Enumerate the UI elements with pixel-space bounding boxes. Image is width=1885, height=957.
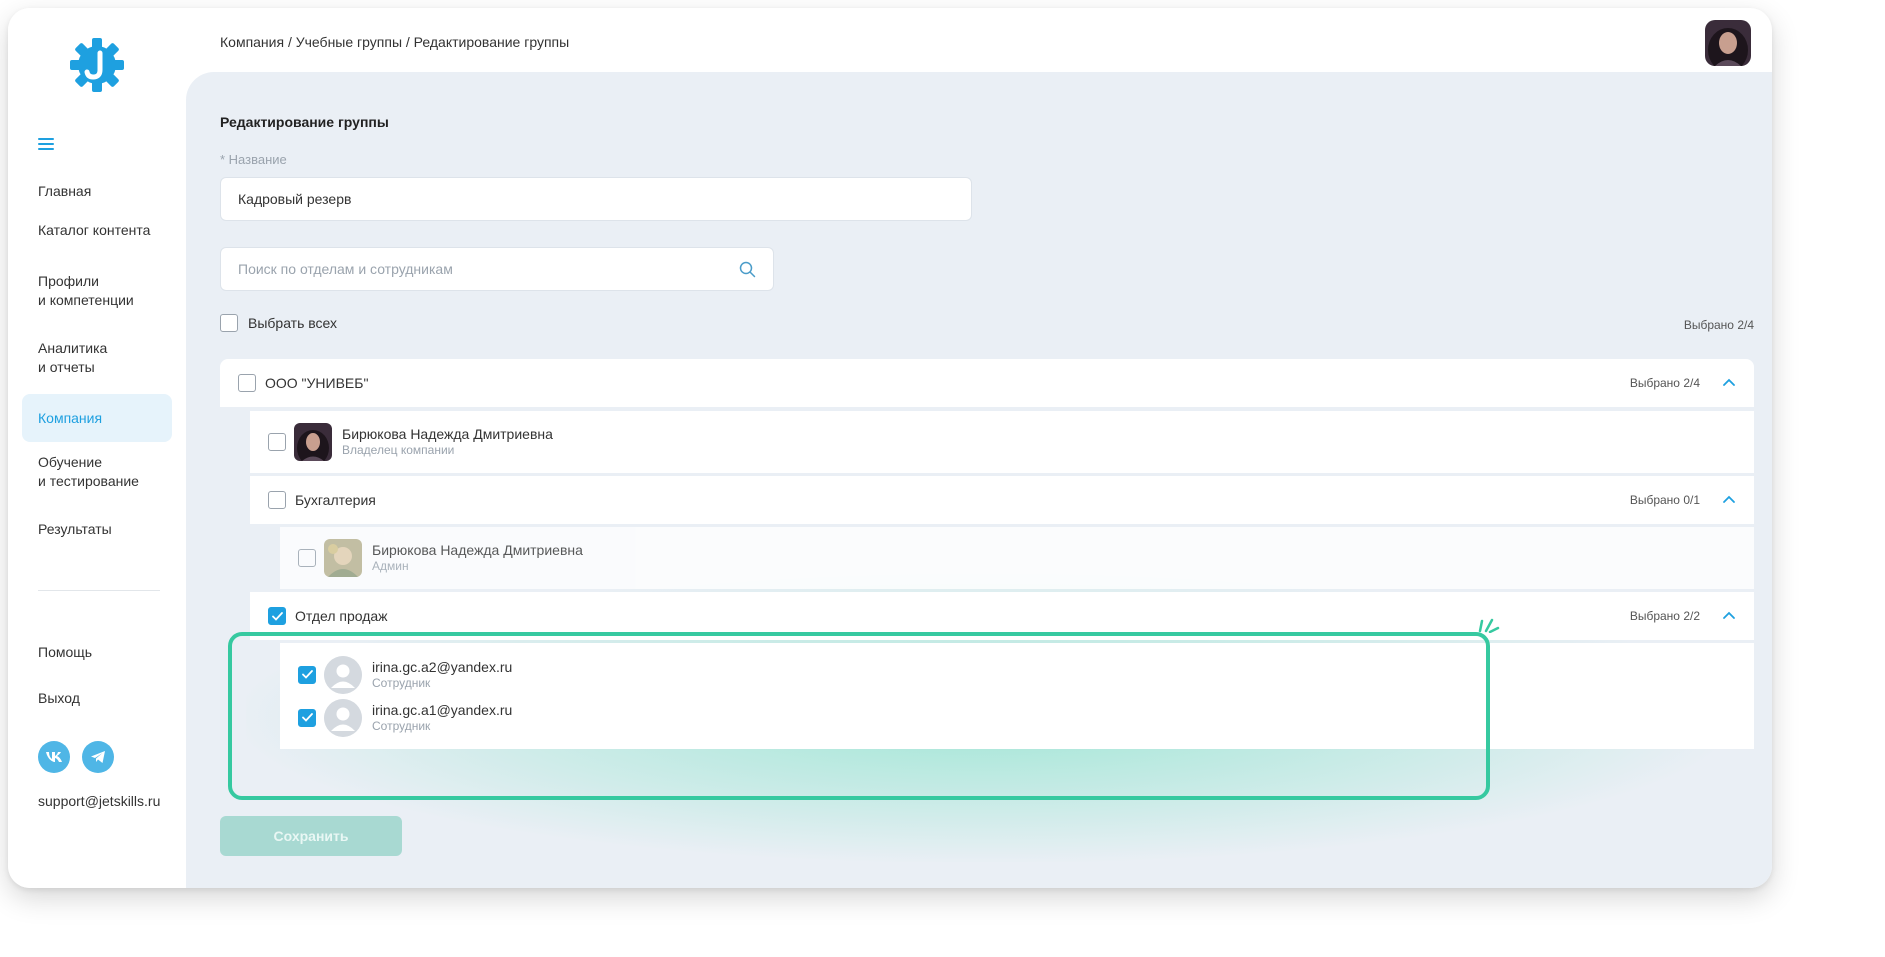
check-icon <box>271 611 283 621</box>
accounting-member-name: Бирюкова Надежда Дмитриевна <box>372 542 583 558</box>
list-item[interactable]: irina.gc.a1@yandex.ru Сотрудник <box>298 698 513 737</box>
sales-members-list: irina.gc.a2@yandex.ru Сотрудник irina.gc… <box>280 643 1754 749</box>
accounting-member-checkbox[interactable] <box>298 549 316 567</box>
default-avatar-icon <box>324 698 362 737</box>
select-all[interactable]: Выбрать всех <box>220 314 337 332</box>
sales-member-1-checkbox[interactable] <box>298 665 316 684</box>
nav-item-catalog[interactable]: Каталог контента <box>22 221 172 240</box>
owner-avatar <box>294 423 332 461</box>
chevron-up-icon[interactable] <box>1722 378 1736 388</box>
save-button[interactable]: Сохранить <box>220 816 402 856</box>
company-checkbox[interactable] <box>238 374 256 392</box>
list-item[interactable]: irina.gc.a2@yandex.ru Сотрудник <box>298 655 513 694</box>
check-icon <box>301 670 313 679</box>
check-icon <box>301 713 313 722</box>
nav-item-company[interactable]: Компания <box>22 394 172 442</box>
tree-row-sales[interactable]: Отдел продаж Выбрано 2/2 <box>250 592 1754 640</box>
jetskills-logo-icon[interactable] <box>66 34 128 96</box>
owner-checkbox[interactable] <box>268 433 286 451</box>
sales-selected-count: Выбрано 2/2 <box>1629 609 1700 623</box>
accounting-member-role: Админ <box>372 559 409 573</box>
sidebar: Главная Каталог контента Профили и компе… <box>8 8 186 888</box>
nav-item-help[interactable]: Помощь <box>22 643 172 662</box>
default-avatar-icon <box>324 655 362 694</box>
select-all-label: Выбрать всех <box>248 315 338 331</box>
nav-item-home[interactable]: Главная <box>22 182 172 201</box>
company-name: ООО "УНИВЕБ" <box>265 375 369 391</box>
sales-member-1-email: irina.gc.a2@yandex.ru <box>372 658 513 675</box>
sales-member-2-email: irina.gc.a1@yandex.ru <box>372 701 513 718</box>
chevron-up-icon[interactable] <box>1722 495 1736 505</box>
sales-name: Отдел продаж <box>295 608 388 624</box>
vk-icon[interactable] <box>38 741 70 773</box>
name-field-label: * Название <box>220 152 287 167</box>
search-field[interactable] <box>220 247 774 291</box>
sales-checkbox[interactable] <box>268 607 286 625</box>
tree-row-owner[interactable]: Бирюкова Надежда Дмитриевна Владелец ком… <box>250 411 1754 473</box>
user-avatar[interactable] <box>1705 20 1751 66</box>
sales-member-1-role: Сотрудник <box>372 675 431 690</box>
select-all-checkbox[interactable] <box>220 314 238 332</box>
sidebar-divider <box>38 590 160 591</box>
group-name-field[interactable]: Кадровый резерв <box>220 177 972 221</box>
nav-item-results[interactable]: Результаты <box>22 520 172 539</box>
select-all-count: Выбрано 2/4 <box>1683 318 1754 332</box>
sales-member-2-role: Сотрудник <box>372 718 431 733</box>
main-content: Редактирование группы * Название Кадровы… <box>186 72 1772 888</box>
tree-row-company[interactable]: ООО "УНИВЕБ" Выбрано 2/4 <box>220 359 1754 407</box>
page-title: Редактирование группы <box>220 114 389 130</box>
search-input[interactable] <box>238 261 739 277</box>
chevron-up-icon[interactable] <box>1722 611 1736 621</box>
nav-item-profiles[interactable]: Профили и компетенции <box>22 272 172 310</box>
accounting-name: Бухгалтерия <box>295 492 376 508</box>
support-email[interactable]: support@jetskills.ru <box>38 793 160 809</box>
accounting-checkbox[interactable] <box>268 491 286 509</box>
company-selected-count: Выбрано 2/4 <box>1629 376 1700 390</box>
owner-role: Владелец компании <box>342 443 455 457</box>
breadcrumb: Компания / Учебные группы / Редактирован… <box>220 34 570 50</box>
menu-icon[interactable] <box>38 138 54 152</box>
telegram-icon[interactable] <box>82 741 114 773</box>
accounting-member-avatar <box>324 539 362 577</box>
nav-item-analytics[interactable]: Аналитика и отчеты <box>22 339 172 377</box>
app-window: Главная Каталог контента Профили и компе… <box>8 8 1772 888</box>
tree-row-accounting-member[interactable]: Бирюкова Надежда Дмитриевна Админ <box>280 527 1754 589</box>
search-icon[interactable] <box>739 261 756 278</box>
sales-member-2-checkbox[interactable] <box>298 708 316 727</box>
accounting-selected-count: Выбрано 0/1 <box>1629 493 1700 507</box>
nav-item-training[interactable]: Обучение и тестирование <box>22 453 172 491</box>
tree-row-accounting[interactable]: Бухгалтерия Выбрано 0/1 <box>250 476 1754 524</box>
nav-item-logout[interactable]: Выход <box>22 689 172 708</box>
owner-name: Бирюкова Надежда Дмитриевна <box>342 426 553 442</box>
